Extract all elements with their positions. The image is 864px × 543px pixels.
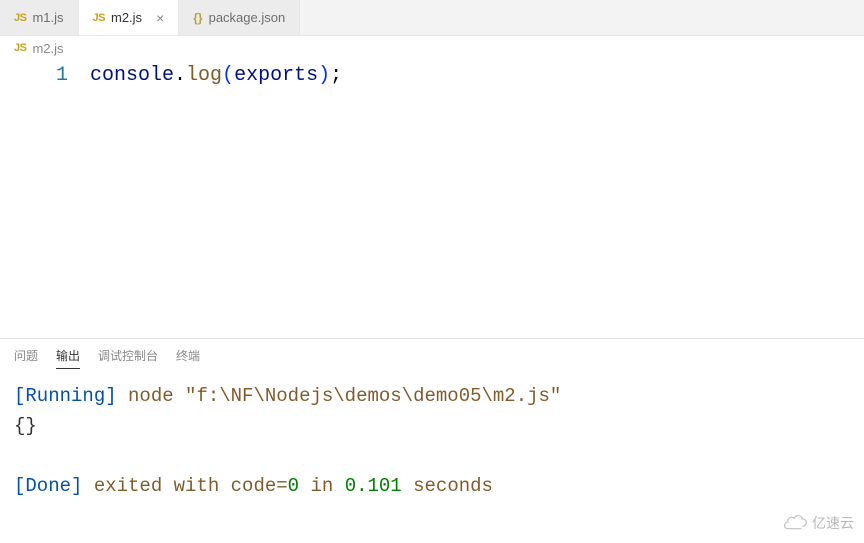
breadcrumb-file: m2.js [32,41,63,56]
token-lparen: ( [222,64,234,87]
out-running-tag: [Running] [14,385,117,407]
token-exports: exports [234,64,318,87]
cloud-icon [782,514,808,532]
close-icon[interactable]: × [156,10,164,26]
out-done-tag: [Done] [14,475,82,497]
code-editor[interactable]: 1 console.log(exports); [0,60,864,338]
out-in: in [310,475,333,497]
line-gutter: 1 [0,60,90,338]
out-result: {} [14,415,37,437]
watermark: 亿速云 [782,513,854,533]
js-icon: JS [93,12,105,24]
out-time: 0.101 [345,475,402,497]
json-icon: {} [193,11,202,25]
token-rparen: ) [318,64,330,87]
panel-tab-terminal[interactable]: 终端 [176,347,200,369]
tab-label: m2.js [111,10,142,25]
out-path: "f:\NF\Nodejs\demos\demo05\m2.js" [185,385,561,407]
bottom-panel: 问题 输出 调试控制台 终端 [Running] node "f:\NF\Nod… [0,338,864,543]
token-dot: . [174,64,186,87]
out-cmd: node [128,385,174,407]
panel-tabs: 问题 输出 调试控制台 终端 [0,339,864,375]
tab-m1[interactable]: JS m1.js [0,0,79,35]
token-log: log [186,64,222,87]
tab-m2[interactable]: JS m2.js × [79,0,180,35]
panel-tab-output[interactable]: 输出 [56,347,80,369]
output-panel[interactable]: [Running] node "f:\NF\Nodejs\demos\demo0… [0,375,864,543]
tab-label: package.json [209,10,286,25]
out-seconds: seconds [413,475,493,497]
out-exited: exited with [94,475,219,497]
token-console: console [90,64,174,87]
tab-bar: JS m1.js JS m2.js × {} package.json [0,0,864,36]
code-content[interactable]: console.log(exports); [90,60,864,338]
js-icon: JS [14,42,26,54]
token-semi: ; [330,64,342,87]
code-line[interactable]: console.log(exports); [90,62,864,90]
panel-tab-problems[interactable]: 问题 [14,347,38,369]
panel-tab-debug[interactable]: 调试控制台 [98,347,158,369]
tab-label: m1.js [32,10,63,25]
out-code-val: 0 [288,475,299,497]
breadcrumb[interactable]: JS m2.js [0,36,864,60]
js-icon: JS [14,12,26,24]
tab-package-json[interactable]: {} package.json [179,0,300,35]
out-code-label: code= [231,475,288,497]
watermark-text: 亿速云 [812,513,854,533]
line-number: 1 [0,62,68,90]
